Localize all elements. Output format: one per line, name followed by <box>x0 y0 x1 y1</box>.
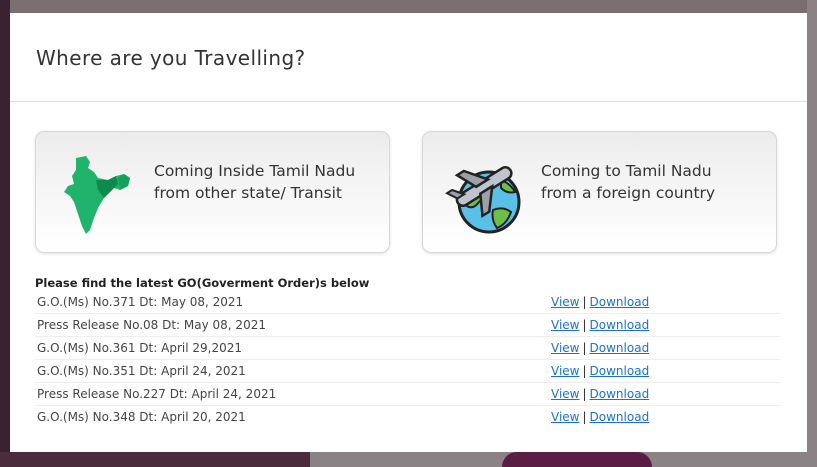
go-links: View | Download <box>551 383 649 405</box>
download-link[interactable]: Download <box>590 410 650 424</box>
go-links: View | Download <box>551 406 649 428</box>
view-link[interactable]: View <box>551 318 579 332</box>
go-row: G.O.(Ms) No.351 Dt: April 24, 2021 View |… <box>35 359 780 382</box>
download-link[interactable]: Download <box>590 318 650 332</box>
domestic-travel-label: Coming Inside Tamil Nadu from other stat… <box>154 160 355 204</box>
globe-airplane-icon <box>445 158 529 242</box>
go-row: G.O.(Ms) No.371 Dt: May 08, 2021 View | Do… <box>35 291 780 313</box>
go-list: G.O.(Ms) No.371 Dt: May 08, 2021 View | Do… <box>35 291 780 428</box>
go-heading: Please find the latest GO(Goverment Orde… <box>35 276 370 290</box>
modal-title: Where are you Travelling? <box>36 46 306 70</box>
go-title: G.O.(Ms) No.361 Dt: April 29,2021 <box>37 341 242 355</box>
link-separator: | <box>582 364 587 378</box>
link-separator: | <box>582 318 587 332</box>
go-links: View | Download <box>551 360 649 382</box>
go-title: Press Release No.08 Dt: May 08, 2021 <box>37 318 266 332</box>
domestic-line-2: from other state/ Transit <box>154 184 342 202</box>
travel-modal: Where are you Travelling? Coming Inside … <box>10 13 807 452</box>
download-link[interactable]: Download <box>590 341 650 355</box>
background-page-bottom-left <box>0 452 310 467</box>
go-row: G.O.(Ms) No.348 Dt: April 20, 2021 View |… <box>35 405 780 428</box>
download-link[interactable]: Download <box>590 295 650 309</box>
modal-header: Where are you Travelling? <box>10 13 807 102</box>
view-link[interactable]: View <box>551 341 579 355</box>
international-travel-label: Coming to Tamil Nadu from a foreign coun… <box>541 160 715 204</box>
international-travel-card[interactable]: Coming to Tamil Nadu from a foreign coun… <box>422 131 777 253</box>
go-row: G.O.(Ms) No.361 Dt: April 29,2021 View | D… <box>35 336 780 359</box>
domestic-line-1: Coming Inside Tamil Nadu <box>154 162 356 180</box>
india-map-icon <box>64 156 134 240</box>
link-separator: | <box>582 341 587 355</box>
background-page-right <box>807 0 817 467</box>
go-title: Press Release No.227 Dt: April 24, 2021 <box>37 387 277 401</box>
international-line-1: Coming to Tamil Nadu <box>541 162 712 180</box>
download-link[interactable]: Download <box>590 387 650 401</box>
view-link[interactable]: View <box>551 295 579 309</box>
travel-options: Coming Inside Tamil Nadu from other stat… <box>35 131 780 255</box>
go-links: View | Download <box>551 291 649 313</box>
go-row: Press Release No.227 Dt: April 24, 2021 … <box>35 382 780 405</box>
go-title: G.O.(Ms) No.348 Dt: April 20, 2021 <box>37 410 246 424</box>
background-page-left <box>0 0 10 467</box>
go-title: G.O.(Ms) No.351 Dt: April 24, 2021 <box>37 364 246 378</box>
download-link[interactable]: Download <box>590 364 650 378</box>
view-link[interactable]: View <box>551 387 579 401</box>
link-separator: | <box>582 387 587 401</box>
background-button <box>502 452 652 467</box>
domestic-travel-card[interactable]: Coming Inside Tamil Nadu from other stat… <box>35 131 390 253</box>
go-row: Press Release No.08 Dt: May 08, 2021 Vie… <box>35 313 780 336</box>
link-separator: | <box>582 295 587 309</box>
government-orders-section: Please find the latest GO(Goverment Orde… <box>35 275 780 428</box>
link-separator: | <box>582 410 587 424</box>
go-links: View | Download <box>551 314 649 336</box>
go-links: View | Download <box>551 337 649 359</box>
go-title: G.O.(Ms) No.371 Dt: May 08, 2021 <box>37 295 244 309</box>
international-line-2: from a foreign country <box>541 184 716 202</box>
view-link[interactable]: View <box>551 410 579 424</box>
view-link[interactable]: View <box>551 364 579 378</box>
